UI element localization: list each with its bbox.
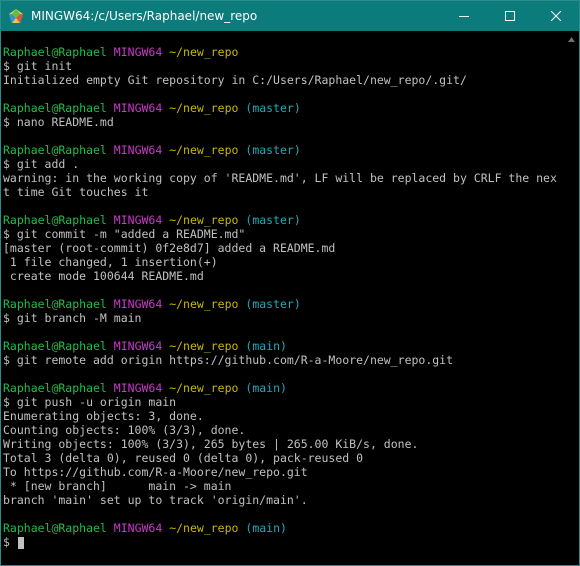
prompt-user-host: Raphael@Raphael xyxy=(3,101,107,115)
output-line: To https://github.com/R-a-Moore/new_repo… xyxy=(3,465,308,479)
output-line: Initialized empty Git repository in C:/U… xyxy=(3,73,467,87)
prompt-path: ~/new_repo xyxy=(169,297,239,311)
output-line: Writing objects: 100% (3/3), 265 bytes |… xyxy=(3,437,419,451)
command-line: $ git remote add origin https://github.c… xyxy=(3,353,563,367)
prompt-line: Raphael@Raphael MINGW64 ~/new_repo (main… xyxy=(3,521,563,535)
command-text: $ git init xyxy=(3,59,73,73)
output-line: create mode 100644 README.md xyxy=(3,269,204,283)
command-line: $ git commit -m "added a README.md" xyxy=(3,227,563,241)
prompt-path: ~/new_repo xyxy=(169,339,239,353)
prompt-user-host: Raphael@Raphael xyxy=(3,297,107,311)
maximize-icon xyxy=(505,11,515,21)
text-cursor xyxy=(17,536,24,549)
command-line: $ git push -u origin main xyxy=(3,395,563,409)
vertical-scrollbar[interactable] xyxy=(563,31,579,565)
prompt-line: Raphael@Raphael MINGW64 ~/new_repo xyxy=(3,45,563,59)
prompt-line: Raphael@Raphael MINGW64 ~/new_repo (mast… xyxy=(3,143,563,157)
command-text: $ xyxy=(3,535,17,549)
prompt-user-host: Raphael@Raphael xyxy=(3,381,107,395)
prompt-path: ~/new_repo xyxy=(169,143,239,157)
prompt-system: MINGW64 xyxy=(113,45,163,59)
window-title: MINGW64:/c/Users/Raphael/new_repo xyxy=(31,9,258,23)
prompt-branch: (master) xyxy=(245,297,301,311)
close-button[interactable] xyxy=(533,1,579,31)
prompt-user-host: Raphael@Raphael xyxy=(3,521,107,535)
prompt-user-host: Raphael@Raphael xyxy=(3,213,107,227)
minimize-button[interactable] xyxy=(441,1,487,31)
prompt-path: ~/new_repo xyxy=(169,381,239,395)
prompt-system: MINGW64 xyxy=(113,521,163,535)
command-text: $ nano README.md xyxy=(3,115,114,129)
prompt-user-host: Raphael@Raphael xyxy=(3,339,107,353)
prompt-system: MINGW64 xyxy=(113,143,163,157)
prompt-system: MINGW64 xyxy=(113,213,163,227)
prompt-system: MINGW64 xyxy=(113,297,163,311)
output-line: warning: in the working copy of 'README.… xyxy=(3,171,557,185)
command-line: $ nano README.md xyxy=(3,115,563,129)
prompt-branch: (master) xyxy=(245,143,301,157)
output-line: * [new branch] main -> main xyxy=(3,479,232,493)
command-line: $ git init xyxy=(3,59,563,73)
prompt-line: Raphael@Raphael MINGW64 ~/new_repo (main… xyxy=(3,339,563,353)
prompt-branch: (main) xyxy=(245,521,287,535)
prompt-system: MINGW64 xyxy=(113,381,163,395)
minimize-icon xyxy=(459,16,469,17)
output-line: [master (root-commit) 0f2e8d7] added a R… xyxy=(3,241,336,255)
prompt-line: Raphael@Raphael MINGW64 ~/new_repo (mast… xyxy=(3,101,563,115)
output-line: 1 file changed, 1 insertion(+) xyxy=(3,255,218,269)
prompt-line: Raphael@Raphael MINGW64 ~/new_repo (main… xyxy=(3,381,563,395)
prompt-line: Raphael@Raphael MINGW64 ~/new_repo (mast… xyxy=(3,297,563,311)
command-text: $ git branch -M main xyxy=(3,311,142,325)
output-line: branch 'main' set up to track 'origin/ma… xyxy=(3,493,308,507)
maximize-button[interactable] xyxy=(487,1,533,31)
command-line: $ xyxy=(3,535,563,549)
command-text: $ git push -u origin main xyxy=(3,395,177,409)
output-line: Total 3 (delta 0), reused 0 (delta 0), p… xyxy=(3,451,364,465)
prompt-path: ~/new_repo xyxy=(169,521,239,535)
terminal-output[interactable]: Raphael@Raphael MINGW64 ~/new_repo $ git … xyxy=(1,31,563,565)
command-text: $ git add . xyxy=(3,157,80,171)
prompt-branch: (master) xyxy=(245,101,301,115)
prompt-branch: (master) xyxy=(245,213,301,227)
prompt-branch: (main) xyxy=(245,381,287,395)
terminal-window: MINGW64:/c/Users/Raphael/new_repo Raphae… xyxy=(0,0,580,566)
prompt-line: Raphael@Raphael MINGW64 ~/new_repo (mast… xyxy=(3,213,563,227)
prompt-path: ~/new_repo xyxy=(169,101,239,115)
mingw-app-icon[interactable] xyxy=(8,8,24,24)
output-line: Enumerating objects: 3, done. xyxy=(3,409,204,423)
prompt-path: ~/new_repo xyxy=(169,213,239,227)
prompt-branch: (main) xyxy=(245,339,287,353)
command-text: $ git commit -m "added a README.md" xyxy=(3,227,246,241)
scroll-up-arrow-icon[interactable] xyxy=(563,31,579,47)
window-controls xyxy=(441,1,579,31)
command-line: $ git add . xyxy=(3,157,563,171)
output-line: Counting objects: 100% (3/3), done. xyxy=(3,423,246,437)
output-line: t time Git touches it xyxy=(3,185,149,199)
title-bar[interactable]: MINGW64:/c/Users/Raphael/new_repo xyxy=(1,1,579,31)
close-icon xyxy=(551,11,561,21)
prompt-system: MINGW64 xyxy=(113,339,163,353)
command-text: $ git remote add origin https://github.c… xyxy=(3,353,454,367)
prompt-path: ~/new_repo xyxy=(169,45,239,59)
prompt-system: MINGW64 xyxy=(113,101,163,115)
prompt-user-host: Raphael@Raphael xyxy=(3,45,107,59)
prompt-user-host: Raphael@Raphael xyxy=(3,143,107,157)
command-line: $ git branch -M main xyxy=(3,311,563,325)
